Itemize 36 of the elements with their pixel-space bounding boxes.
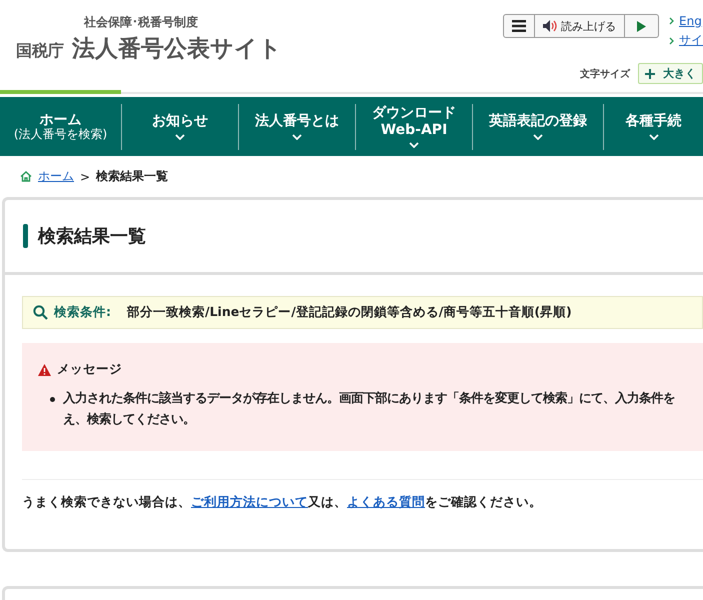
nav-tab[interactable]: 各種手続 (603, 104, 703, 150)
usage-guide-link[interactable]: ご利用方法について (191, 494, 308, 509)
home-icon (20, 171, 32, 182)
play-icon (637, 20, 646, 32)
help-text: うまく検索できない場合は、ご利用方法について又は、よくある質問をご確認ください。 (22, 494, 543, 511)
header-link[interactable]: Eng (679, 14, 702, 28)
nav-tab[interactable]: ホーム (法人番号を検索) (0, 104, 121, 150)
chevron-right-icon (669, 36, 674, 44)
faq-link[interactable]: よくある質問 (347, 494, 425, 509)
menu-icon (512, 20, 526, 32)
search-icon (33, 305, 48, 320)
conditions-value: 部分一致検索/Lineセラピー/登記記録の閉鎖等含める/商号等五十音順(昇順) (127, 304, 572, 321)
warning-icon (38, 364, 51, 376)
conditions-label: 検索条件: (54, 304, 111, 321)
message-text: え、検索してください。 (63, 411, 196, 428)
plus-icon (645, 68, 655, 78)
breadcrumb-current: 検索結果一覧 (96, 168, 168, 185)
nav-tab[interactable]: ダウンロード Web-API (355, 104, 472, 150)
nav-tab[interactable]: 法人番号とは (238, 104, 355, 150)
chevron-right-icon (669, 17, 674, 25)
breadcrumb-separator: > (80, 170, 90, 184)
agency-name: 国税庁 (16, 41, 64, 62)
site-title: 法人番号公表サイト (72, 35, 282, 64)
message-text: 入力された条件に該当するデータが存在しません。画面下部にあります「条件を変更して検索」にて、入力条件を (63, 390, 675, 407)
speaker-icon (543, 20, 557, 32)
font-size-label: 文字サイズ (580, 67, 630, 80)
message-title: メッセージ (57, 361, 122, 378)
breadcrumb-home-link[interactable]: ホーム (38, 168, 74, 185)
nav-tab[interactable]: 英語表記の登録 (472, 104, 603, 150)
enlarge-text-button[interactable]: 大きく (638, 63, 703, 84)
system-name: 社会保障･税番号制度 (84, 14, 199, 31)
header-link[interactable]: サイ (679, 32, 703, 49)
bullet-icon (50, 397, 55, 402)
nav-tab[interactable]: お知らせ (121, 104, 238, 150)
title-accent-bar (23, 224, 28, 248)
page-title: 検索結果一覧 (38, 225, 146, 248)
